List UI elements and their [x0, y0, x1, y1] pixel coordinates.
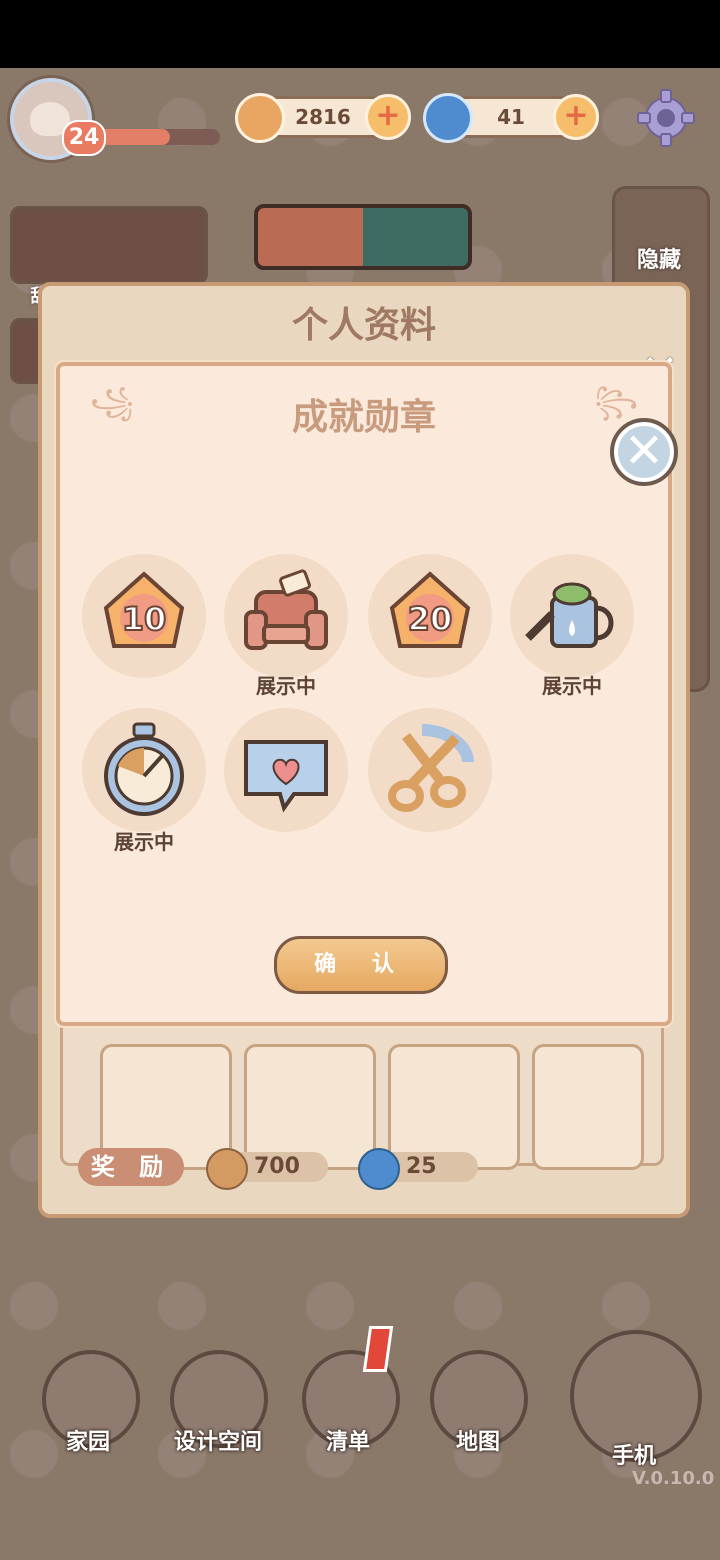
- reward-label: 奖 励: [78, 1148, 184, 1186]
- badge-status-label: 展示中: [256, 674, 316, 698]
- badge-scissors[interactable]: [368, 708, 492, 832]
- reward-gems: 25: [358, 1148, 478, 1190]
- badge-status-label: 展示中: [542, 674, 602, 698]
- day-night-indicator: [254, 204, 472, 270]
- svg-text:10: 10: [122, 600, 167, 638]
- svg-text:20: 20: [408, 600, 453, 638]
- badge-watering-can[interactable]: [510, 554, 634, 678]
- gear-icon[interactable]: [636, 88, 696, 148]
- xp-bar: [96, 129, 220, 145]
- reward-coins: 700: [206, 1148, 328, 1190]
- coin-icon: [235, 93, 285, 143]
- coin-icon: [206, 1148, 248, 1190]
- version-label: V.0.10.0: [632, 1468, 715, 1489]
- nav-map-label: 地图: [455, 1430, 500, 1455]
- gem-counter: 41 +: [423, 93, 599, 143]
- add-gems-button[interactable]: +: [553, 94, 599, 140]
- nav-list-label: 清单: [325, 1430, 370, 1455]
- badge-armchair[interactable]: [224, 554, 348, 678]
- stopwatch-badge-icon: [104, 722, 184, 816]
- badge-status-label: 展示中: [114, 830, 174, 854]
- coin-amount: 2816: [295, 105, 351, 129]
- gem-icon: [423, 93, 473, 143]
- furniture-slot[interactable]: [532, 1044, 644, 1170]
- nav-design-label: 设计空间: [173, 1430, 262, 1455]
- badge-level-20[interactable]: 20: [368, 554, 492, 678]
- profile-title: 个人资料: [291, 305, 436, 346]
- player-level: 24: [62, 120, 106, 156]
- watering-can-badge-icon: [525, 582, 614, 648]
- modal-title: 成就勋章: [291, 397, 436, 438]
- swirl-ornament-icon: ꧁: [90, 385, 134, 418]
- reward-coins-value: 700: [254, 1154, 300, 1179]
- badge-heart-message[interactable]: [224, 708, 348, 832]
- heart-message-badge-icon: [244, 740, 328, 813]
- gem-icon: [358, 1148, 400, 1190]
- close-icon[interactable]: ✕: [610, 418, 678, 486]
- badge-level-10[interactable]: 10: [82, 554, 206, 678]
- coin-counter: 2816 +: [235, 93, 411, 143]
- hide-button[interactable]: 隐藏: [622, 242, 696, 274]
- xp-bar-fill: [96, 129, 171, 145]
- reward-gems-value: 25: [406, 1154, 437, 1179]
- level-20-badge-icon: 20: [389, 571, 471, 648]
- event-banner-sweet-story[interactable]: [10, 206, 208, 284]
- phone-label: 手机: [611, 1444, 656, 1469]
- add-coins-button[interactable]: +: [365, 94, 411, 140]
- confirm-button[interactable]: 确 认: [274, 936, 448, 994]
- gem-amount: 41: [497, 105, 525, 129]
- badge-stopwatch[interactable]: [82, 708, 206, 832]
- nav-home-label: 家园: [65, 1430, 110, 1455]
- armchair-badge-icon: [244, 569, 328, 650]
- scissors-badge-icon: [388, 724, 474, 812]
- level-10-badge-icon: 10: [103, 571, 185, 648]
